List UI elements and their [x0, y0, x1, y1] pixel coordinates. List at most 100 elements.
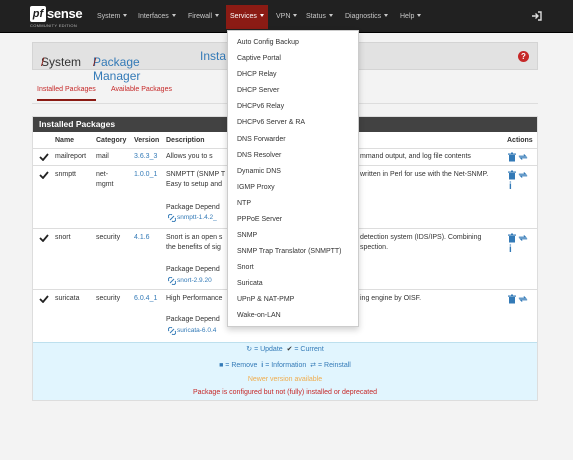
package-category: security: [96, 234, 121, 241]
package-dependency-link[interactable]: snort-2.9.20: [177, 277, 212, 284]
package-dependencies-label: Package Depend: [166, 316, 220, 323]
trash-icon: ■: [219, 362, 224, 369]
chevron-down-icon: [171, 14, 176, 17]
nav-system-label: System: [97, 13, 121, 20]
menu-item-dhcp-relay[interactable]: DHCP Relay: [237, 71, 277, 78]
nav-status[interactable]: Status: [306, 9, 333, 25]
refresh-icon: ↻: [246, 346, 253, 353]
package-name: snort: [55, 234, 71, 241]
package-category: security: [96, 295, 121, 302]
menu-item-snmptt[interactable]: SNMP Trap Translator (SNMPTT): [237, 248, 342, 255]
menu-item-dns-resolver[interactable]: DNS Resolver: [237, 152, 281, 159]
menu-item-dhcpv6-relay[interactable]: DHCPv6 Relay: [237, 103, 284, 110]
package-description-tail: mmand output, and log file contents: [360, 153, 471, 160]
menu-item-wake-on-lan[interactable]: Wake-on-LAN: [237, 312, 281, 319]
menu-item-snort[interactable]: Snort: [237, 264, 254, 271]
help-icon[interactable]: ?: [518, 51, 529, 62]
menu-item-pppoe-server[interactable]: PPPoE Server: [237, 216, 282, 223]
tab-available-packages[interactable]: Available Packages: [111, 86, 172, 93]
nav-diagnostics[interactable]: Diagnostics: [345, 9, 389, 25]
menu-item-ntp[interactable]: NTP: [237, 200, 251, 207]
breadcrumb-separator: /: [41, 55, 45, 69]
top-navbar: pf sense COMMUNITY EDITION System Interf…: [0, 0, 573, 33]
package-description: High Performance: [166, 295, 223, 302]
nav-vpn[interactable]: VPN: [276, 9, 298, 25]
legend-line-2: ■ = Remove i = Information ⇄ = Reinstall: [33, 361, 537, 369]
menu-item-upnp-nat-pmp[interactable]: UPnP & NAT-PMP: [237, 296, 294, 303]
breadcrumb-package-manager-label: Package Manager: [93, 55, 141, 83]
menu-item-dns-forwarder[interactable]: DNS Forwarder: [237, 136, 286, 143]
reinstall-icon[interactable]: [518, 233, 528, 243]
package-description-line2: the benefits of sig: [166, 244, 221, 251]
tab-installed-packages[interactable]: Installed Packages: [37, 86, 96, 101]
breadcrumb-separator: /: [93, 55, 97, 69]
legend-reinstall: = Reinstall: [317, 362, 351, 369]
check-icon: [39, 171, 49, 179]
chevron-down-icon: [417, 14, 422, 17]
menu-item-captive-portal[interactable]: Captive Portal: [237, 55, 281, 62]
legend-line-1: ↻ = Update ✔ = Current: [33, 345, 537, 353]
logo-pf: pf: [30, 6, 46, 22]
menu-item-dhcpv6-server-ra[interactable]: DHCPv6 Server & RA: [237, 119, 305, 126]
package-dependencies-label: Package Depend: [166, 204, 220, 211]
trash-icon[interactable]: [507, 294, 517, 304]
info-icon[interactable]: i: [509, 182, 516, 192]
menu-item-auto-config-backup[interactable]: Auto Config Backup: [237, 39, 299, 46]
link-icon: [168, 214, 176, 222]
menu-item-suricata[interactable]: Suricata: [237, 280, 263, 287]
reinstall-icon[interactable]: [518, 152, 528, 162]
nav-help[interactable]: Help: [400, 9, 422, 25]
trash-icon[interactable]: [507, 152, 517, 162]
info-icon: i: [261, 362, 264, 369]
nav-firewall-label: Firewall: [188, 13, 213, 20]
menu-item-dhcp-server[interactable]: DHCP Server: [237, 87, 279, 94]
pfsense-logo[interactable]: pf sense COMMUNITY EDITION: [30, 6, 90, 28]
package-description: Allows you to s: [166, 153, 213, 160]
legend-update: = Update: [254, 346, 283, 353]
info-icon[interactable]: i: [509, 245, 516, 255]
column-header-description: Description: [166, 137, 205, 144]
link-icon: [168, 277, 176, 285]
nav-interfaces-label: Interfaces: [138, 13, 169, 20]
chevron-down-icon: [328, 14, 333, 17]
legend-box: ↻ = Update ✔ = Current ■ = Remove i = In…: [33, 342, 537, 400]
nav-system[interactable]: System: [97, 9, 128, 25]
legend-remove: = Remove: [225, 362, 258, 369]
nav-services-label: Services: [230, 13, 257, 20]
nav-vpn-label: VPN: [276, 13, 291, 20]
package-version[interactable]: 6.0.4_1: [134, 294, 157, 304]
package-version[interactable]: 4.1.6: [134, 233, 150, 243]
logout-icon[interactable]: [531, 10, 543, 22]
package-dependencies-label: Package Depend: [166, 266, 220, 273]
chevron-down-icon: [293, 14, 298, 17]
menu-item-dynamic-dns[interactable]: Dynamic DNS: [237, 168, 281, 175]
package-description-line2: Easy to setup and: [166, 181, 223, 188]
check-icon: [39, 295, 49, 303]
nav-interfaces[interactable]: Interfaces: [138, 9, 176, 25]
package-description: SNMPTT (SNMP T: [166, 171, 226, 178]
menu-item-snmp[interactable]: SNMP: [237, 232, 257, 239]
legend-partial-install: Package is configured but not (fully) in…: [192, 389, 378, 396]
chevron-down-icon: [259, 14, 264, 17]
nav-services[interactable]: Services: [226, 5, 268, 29]
package-category: mail: [96, 153, 109, 160]
package-description-tail: ing engine by OISF.: [360, 295, 422, 302]
legend-information: = Information: [265, 362, 307, 369]
trash-icon[interactable]: [507, 170, 517, 180]
reinstall-icon[interactable]: [518, 170, 528, 180]
package-version[interactable]: 1.0.0_1: [134, 170, 157, 180]
reinstall-icon[interactable]: [518, 294, 528, 304]
package-category: net-mgmt: [96, 171, 114, 188]
breadcrumb-installed[interactable]: Insta: [200, 49, 226, 63]
nav-firewall[interactable]: Firewall: [188, 9, 220, 25]
package-dependency-link[interactable]: suricata-6.0.4: [177, 327, 216, 334]
package-dependency-link[interactable]: snmptt-1.4.2_: [177, 214, 217, 221]
package-name: mailreport: [55, 153, 87, 160]
menu-item-igmp-proxy[interactable]: IGMP Proxy: [237, 184, 275, 191]
legend-current: = Current: [294, 346, 324, 353]
nav-status-label: Status: [306, 13, 326, 20]
package-description-tail2: spection.: [360, 244, 389, 251]
trash-icon[interactable]: [507, 233, 517, 243]
package-version[interactable]: 3.6.3_3: [134, 152, 157, 162]
check-icon: [39, 153, 49, 161]
